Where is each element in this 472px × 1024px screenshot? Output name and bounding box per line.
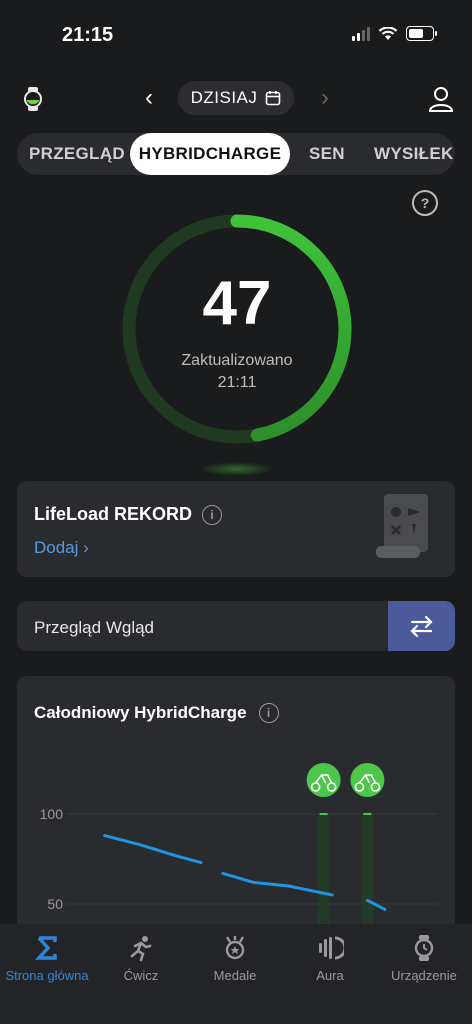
updated-label: Zaktualizowano — [181, 352, 293, 369]
tab-hybridcharge[interactable]: HYBRIDCHARGE — [130, 133, 290, 175]
aura-icon — [319, 936, 344, 960]
next-day-button[interactable]: › — [314, 84, 336, 112]
watch-status-icon[interactable] — [20, 86, 46, 112]
nav-medals[interactable]: Medale — [188, 924, 282, 994]
y-tick-label: 100 — [40, 806, 64, 822]
tab-overview[interactable]: PRZEGLĄD — [29, 133, 125, 175]
tab-sleep[interactable]: SEN — [309, 133, 345, 175]
section-tabs: PRZEGLĄD HYBRIDCHARGE SEN WYSIŁEK — [17, 133, 455, 175]
signal-icon — [352, 26, 370, 41]
updated-time: 21:11 — [217, 374, 257, 391]
nav-aura[interactable]: Aura — [283, 924, 377, 994]
lifeload-title-text: LifeLoad REKORD — [34, 504, 193, 524]
info-icon[interactable]: i — [202, 504, 223, 525]
activity-band — [317, 814, 330, 930]
date-label: DZISIAJ — [190, 88, 258, 107]
chart-title: Całodniowy HybridCharge i — [34, 703, 279, 723]
lifeload-title: LifeLoad REKORD i — [34, 504, 223, 525]
tab-effort[interactable]: WYSIŁEK — [374, 133, 454, 175]
nav-aura-label: Aura — [316, 968, 344, 983]
medal-icon — [225, 936, 245, 960]
y-tick-label: 50 — [47, 896, 63, 912]
watch-icon — [414, 935, 434, 961]
swap-icon — [410, 615, 433, 638]
nav-device[interactable]: Urządzenie — [377, 924, 471, 994]
insight-label: Przegląd Wgląd — [34, 618, 155, 637]
wifi-icon — [378, 26, 398, 40]
nav-medals-label: Medale — [213, 968, 257, 983]
nav-home-label: Strona główna — [5, 968, 89, 983]
status-bar: 21:15 — [0, 0, 472, 70]
nav-device-label: Urządzenie — [391, 968, 457, 983]
date-selector[interactable]: DZISIAJ — [178, 81, 294, 115]
updated-info: Zaktualizowano 21:11 — [120, 350, 354, 394]
previous-day-button[interactable]: ‹ — [138, 84, 160, 112]
nav-home[interactable]: Strona główna — [0, 924, 94, 994]
nav-workout-label: Ćwicz — [123, 968, 159, 983]
hybridcharge-chart: 100 50 — [40, 763, 437, 930]
lifeload-add-link[interactable]: Dodaj › — [34, 538, 89, 558]
bottom-navigation: Strona główna Ćwicz Medale Aura Urządzen… — [0, 924, 472, 1024]
help-icon[interactable]: ? — [412, 190, 438, 216]
nav-workout[interactable]: Ćwicz — [94, 924, 188, 994]
ring-glow — [200, 462, 274, 476]
calendar-icon — [266, 91, 281, 106]
chart-title-text: Całodniowy HybridCharge — [34, 703, 247, 722]
run-icon — [130, 936, 152, 962]
status-time: 21:15 — [62, 24, 114, 46]
activity-band — [361, 814, 374, 930]
home-sigma-icon — [35, 936, 57, 960]
battery-icon — [406, 26, 437, 41]
lifeload-scroll-illustration — [376, 494, 428, 558]
hybridcharge-score: 47 — [202, 269, 272, 338]
profile-icon[interactable] — [426, 84, 456, 114]
swap-button[interactable] — [388, 601, 455, 651]
date-bar: ‹ DZISIAJ › — [0, 78, 472, 118]
chart-info-icon[interactable]: i — [258, 703, 279, 723]
status-icons — [352, 26, 437, 41]
hybridcharge-series-line — [103, 834, 203, 865]
chevron-right-icon: › — [83, 538, 89, 557]
add-label: Dodaj — [34, 538, 79, 557]
hybridcharge-series-line — [221, 871, 334, 897]
